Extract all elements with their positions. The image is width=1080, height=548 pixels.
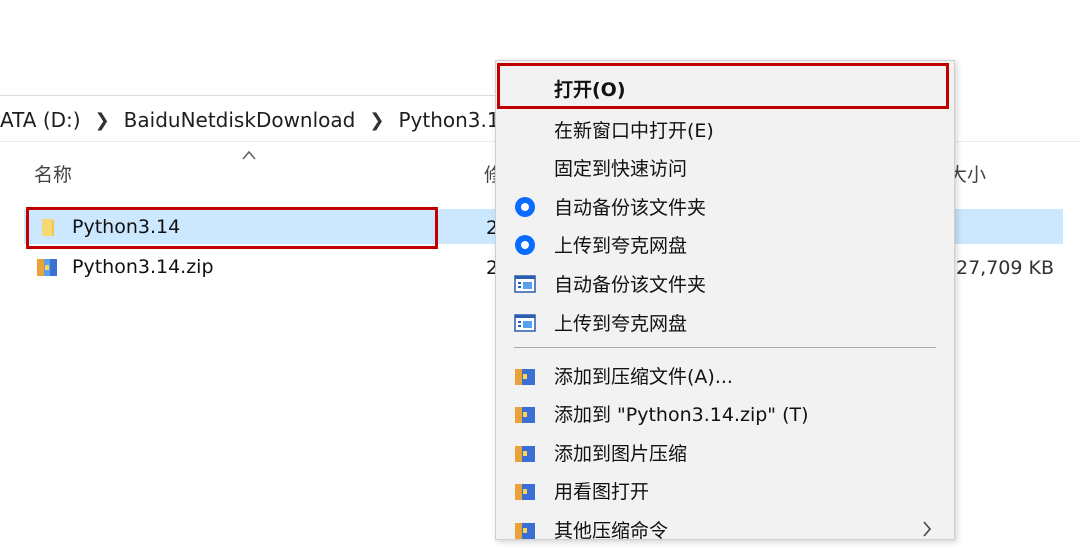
menu-item-label: 固定到快速访问 [554, 157, 688, 180]
menu-item-label: 添加到压缩文件(A)... [554, 365, 733, 388]
menu-item-label: 添加到 "Python3.14.zip" (T) [554, 403, 809, 426]
archive-icon [515, 407, 535, 423]
archive-icon [515, 446, 535, 462]
folder-highlight-box [26, 207, 438, 249]
menu-item-add-to-archive[interactable]: 添加到压缩文件(A)... [496, 356, 954, 394]
file-name: Python3.14.zip [72, 256, 214, 278]
menu-item-label: 自动备份该文件夹 [554, 196, 707, 219]
quark-circle-icon [515, 235, 535, 255]
breadcrumb: ATA (D:) ❯ BaiduNetdiskDownload ❯ Python… [0, 102, 500, 138]
menu-item-image-compress[interactable]: 添加到图片压缩 [496, 433, 954, 471]
menu-item-app-upload[interactable]: 上传到夸克网盘 [496, 303, 954, 341]
chevron-right-icon [923, 521, 932, 537]
file-row-python-zip[interactable]: Python3.14.zip [36, 250, 214, 284]
breadcrumb-separator-icon[interactable]: ❯ [95, 110, 110, 131]
menu-item-pin-quick-access[interactable]: 固定到快速访问 [496, 148, 954, 186]
archive-icon [515, 369, 535, 385]
breadcrumb-drive[interactable]: ATA (D:) [0, 108, 81, 132]
zip-archive-icon [37, 259, 57, 276]
breadcrumb-folder-baidu[interactable]: BaiduNetdiskDownload [124, 108, 356, 132]
breadcrumb-separator-icon[interactable]: ❯ [369, 110, 384, 131]
menu-item-label: 上传到夸克网盘 [554, 312, 688, 335]
archive-icon [515, 484, 535, 500]
menu-item-add-to-zip[interactable]: 添加到 "Python3.14.zip" (T) [496, 394, 954, 432]
menu-item-quark-backup[interactable]: 自动备份该文件夹 [496, 187, 954, 225]
archive-icon [515, 523, 535, 539]
menu-item-other-compress[interactable]: 其他压缩命令 [496, 510, 954, 548]
file-size: 27,709 KB [956, 257, 1055, 279]
open-highlight-box [497, 63, 949, 109]
menu-item-label: 添加到图片压缩 [554, 442, 688, 465]
sort-ascending-icon [242, 150, 256, 160]
menu-item-label: 上传到夸克网盘 [554, 234, 688, 257]
address-bar-divider [0, 95, 495, 96]
menu-item-label: 其他压缩命令 [554, 519, 669, 542]
menu-item-quark-upload[interactable]: 上传到夸克网盘 [496, 225, 954, 263]
menu-separator [514, 347, 936, 348]
window-app-icon [514, 275, 536, 293]
column-header-name[interactable]: 名称 [34, 160, 72, 187]
context-menu: 打开(O) 在新窗口中打开(E) 固定到快速访问 自动备份该文件夹 上传到夸克网… [495, 60, 955, 542]
menu-item-label: 用看图打开 [554, 480, 650, 503]
menu-item-app-backup[interactable]: 自动备份该文件夹 [496, 264, 954, 302]
menu-item-label: 自动备份该文件夹 [554, 273, 707, 296]
menu-item-open-with-viewer[interactable]: 用看图打开 [496, 471, 954, 509]
breadcrumb-folder-python[interactable]: Python3.1 [398, 108, 499, 132]
menu-item-label: 在新窗口中打开(E) [554, 119, 714, 142]
window-app-icon [514, 314, 536, 332]
menu-item-open-new-window[interactable]: 在新窗口中打开(E) [496, 110, 954, 148]
quark-circle-icon [515, 197, 535, 217]
